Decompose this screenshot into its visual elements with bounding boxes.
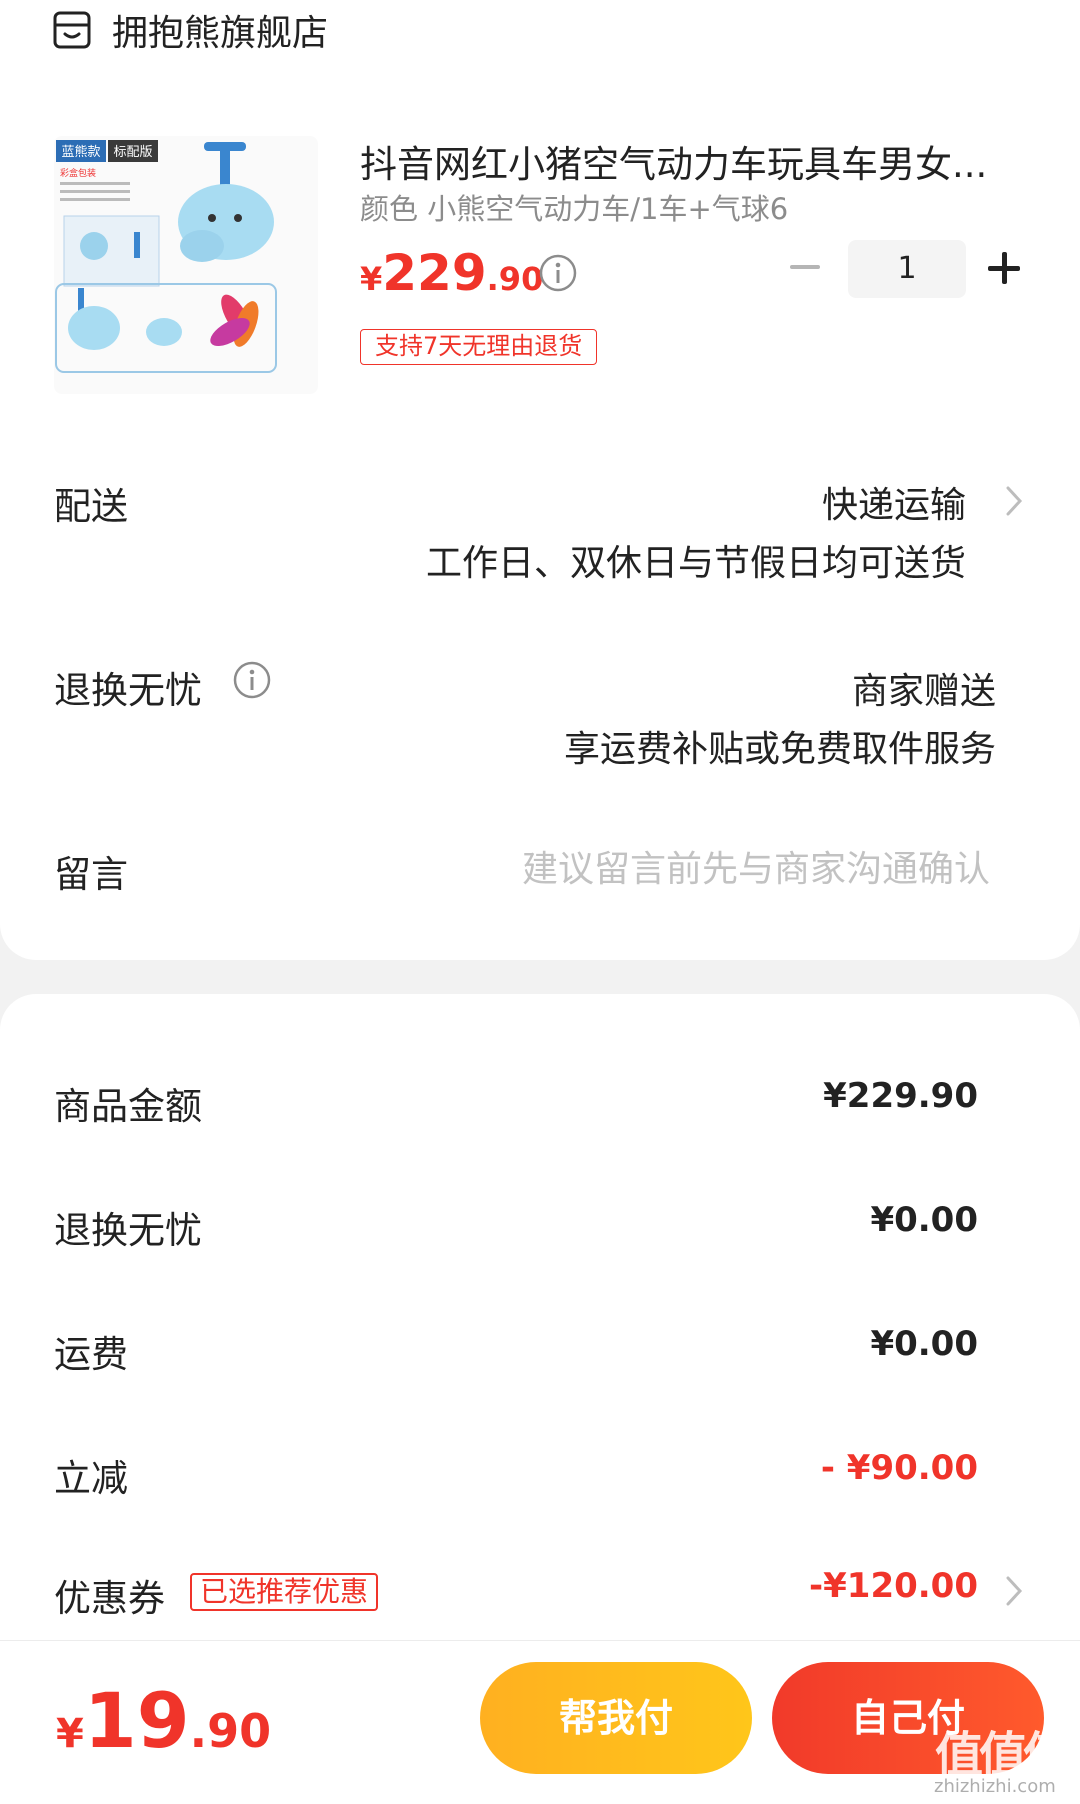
product-price: ¥229.90 xyxy=(360,244,544,302)
quantity-increase-button[interactable] xyxy=(988,252,1020,284)
discount-value: - ¥90.00 xyxy=(820,1448,978,1488)
delivery-chevron-icon[interactable] xyxy=(1004,484,1024,518)
coupon-selected-tag: 已选推荐优惠 xyxy=(190,1573,379,1611)
shop-name: 拥抱熊旗舰店 xyxy=(112,13,329,54)
goods-amount-label: 商品金额 xyxy=(54,1085,202,1128)
return-fee-label: 退换无忧 xyxy=(54,1209,202,1252)
return-policy-tag: 支持7天无理由退货 xyxy=(360,329,598,365)
goods-amount-value: ¥229.90 xyxy=(823,1076,978,1116)
price-info-icon[interactable] xyxy=(538,253,578,293)
delivery-label: 配送 xyxy=(54,485,128,528)
coupon-chevron-icon[interactable] xyxy=(1004,1574,1024,1608)
return-fee-value: ¥0.00 xyxy=(870,1200,978,1240)
watermark-logo: 值值值 xyxy=(935,1727,1071,1783)
product-image[interactable]: 蓝熊款 标配版 彩盒包装 xyxy=(54,136,318,394)
image-box-label: 彩盒包装 xyxy=(60,167,96,179)
help-pay-button[interactable]: 帮我付 xyxy=(480,1662,752,1774)
coupon-label: 优惠券 xyxy=(54,1577,165,1620)
delivery-note: 工作日、双休日与节假日均可送货 xyxy=(425,543,966,584)
return-service-note: 享运费补贴或免费取件服务 xyxy=(563,729,996,770)
delivery-method[interactable]: 快递运输 xyxy=(822,476,966,528)
message-label: 留言 xyxy=(54,853,128,896)
shipping-value: ¥0.00 xyxy=(870,1324,978,1364)
image-badge-a: 蓝熊款 xyxy=(61,144,100,160)
quantity-decrease-button[interactable] xyxy=(790,265,820,269)
total-price: ¥19.90 xyxy=(56,1676,272,1765)
shop-header[interactable]: 拥抱熊旗舰店 xyxy=(52,4,328,56)
store-icon xyxy=(53,11,91,49)
return-service-value: 商家赠送 xyxy=(851,671,996,712)
shipping-label: 运费 xyxy=(54,1333,128,1376)
coupon-value[interactable]: -¥120.00 xyxy=(809,1566,978,1606)
message-input[interactable]: 建议留言前先与商家沟通确认 xyxy=(522,840,990,892)
quantity-input[interactable]: 1 xyxy=(848,240,966,298)
watermark-url: zhizhizhi.com xyxy=(934,1776,1056,1797)
product-spec[interactable]: 颜色 小熊空气动力车/1车+气球6 xyxy=(360,186,788,228)
image-badge-b: 标配版 xyxy=(113,145,152,160)
discount-label: 立减 xyxy=(54,1457,128,1500)
return-service-info-icon[interactable] xyxy=(232,660,272,700)
return-service-label: 退换无忧 xyxy=(54,669,202,712)
product-title[interactable]: 抖音网红小猪空气动力车玩具车男女... xyxy=(360,134,1020,188)
